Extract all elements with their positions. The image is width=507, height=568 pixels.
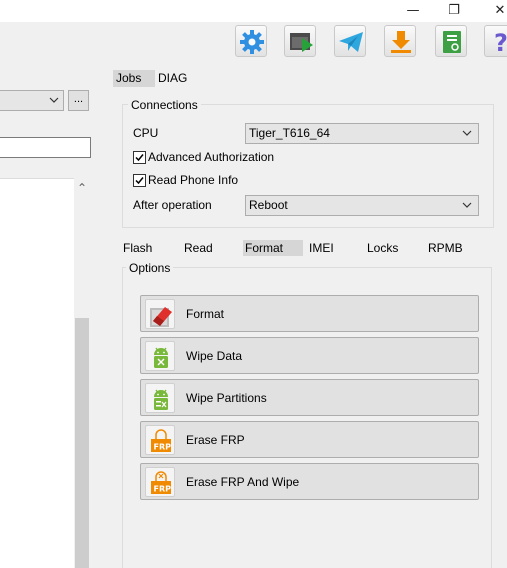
tab-read[interactable]: Read <box>182 240 215 256</box>
question-icon: ? <box>494 29 507 55</box>
tab-locks[interactable]: Locks <box>365 240 400 256</box>
svg-text:?: ? <box>494 29 507 55</box>
green-document-icon <box>443 31 461 53</box>
tab-flash[interactable]: Flash <box>121 240 154 256</box>
gear-icon <box>240 30 264 54</box>
telegram-button[interactable] <box>334 25 366 57</box>
read-phone-info-label[interactable]: Read Phone Info <box>148 173 238 187</box>
left-scrollbar-thumb[interactable] <box>75 318 89 568</box>
android-partitions-icon <box>145 383 175 413</box>
chevron-down-icon <box>462 130 472 136</box>
wipe-partitions-button[interactable]: Wipe Partitions <box>140 379 479 416</box>
minimize-button[interactable]: — <box>404 2 422 20</box>
cpu-select[interactable]: Tiger_T616_64 <box>245 123 479 144</box>
frp-wipe-icon: FRP <box>145 467 175 497</box>
after-operation-label: After operation <box>133 198 212 212</box>
after-operation-select[interactable]: Reboot <box>245 195 479 216</box>
connections-title: Connections <box>128 98 201 112</box>
format-button-label: Format <box>186 307 225 321</box>
telegram-icon <box>339 32 363 52</box>
svg-text:FRP: FRP <box>154 485 172 494</box>
erase-frp-and-wipe-button-label: Erase FRP And Wipe <box>186 475 300 489</box>
download-update-button[interactable] <box>384 25 416 57</box>
tab-imei[interactable]: IMEI <box>307 240 336 256</box>
eraser-icon <box>145 299 175 329</box>
svg-text:FRP: FRP <box>154 443 172 452</box>
close-button[interactable]: ✕ <box>491 2 507 20</box>
frp-lock-icon: FRP <box>145 425 175 455</box>
title-bar <box>0 0 507 22</box>
left-path-field[interactable] <box>0 137 91 158</box>
tab-diag[interactable]: DIAG <box>155 70 190 87</box>
window-play-icon <box>290 33 313 52</box>
settings-gear-button[interactable] <box>235 25 267 57</box>
checkmark-icon <box>135 177 144 185</box>
format-button[interactable]: Format <box>140 295 479 332</box>
scroll-up-icon[interactable]: ⌃ <box>74 180 90 196</box>
browse-button[interactable]: ... <box>68 90 89 111</box>
chevron-down-icon <box>462 202 472 208</box>
run-script-button[interactable] <box>284 25 316 57</box>
log-button[interactable] <box>435 25 467 57</box>
cpu-label: CPU <box>133 126 159 140</box>
help-button[interactable]: ? <box>484 25 507 57</box>
advanced-authorization-label[interactable]: Advanced Authorization <box>148 150 274 164</box>
wipe-partitions-button-label: Wipe Partitions <box>186 391 267 405</box>
erase-frp-button-label: Erase FRP <box>186 433 245 447</box>
cpu-value: Tiger_T616_64 <box>249 126 330 140</box>
after-operation-value: Reboot <box>249 198 288 212</box>
chevron-down-icon <box>49 97 59 103</box>
erase-frp-button[interactable]: FRP Erase FRP <box>140 421 479 458</box>
tab-rpmb[interactable]: RPMB <box>426 240 465 256</box>
tab-jobs[interactable]: Jobs <box>113 70 155 87</box>
download-icon <box>391 31 411 53</box>
android-wipe-icon <box>145 341 175 371</box>
options-title: Options <box>126 261 174 275</box>
checkmark-icon <box>135 154 144 162</box>
advanced-authorization-checkbox[interactable] <box>133 151 146 164</box>
read-phone-info-checkbox[interactable] <box>133 174 146 187</box>
wipe-data-button[interactable]: Wipe Data <box>140 337 479 374</box>
tab-format[interactable]: Format <box>243 240 303 256</box>
left-device-combo[interactable] <box>0 90 64 111</box>
erase-frp-and-wipe-button[interactable]: FRP Erase FRP And Wipe <box>140 463 479 500</box>
wipe-data-button-label: Wipe Data <box>186 349 243 363</box>
restore-button[interactable]: ❐ <box>445 2 463 20</box>
